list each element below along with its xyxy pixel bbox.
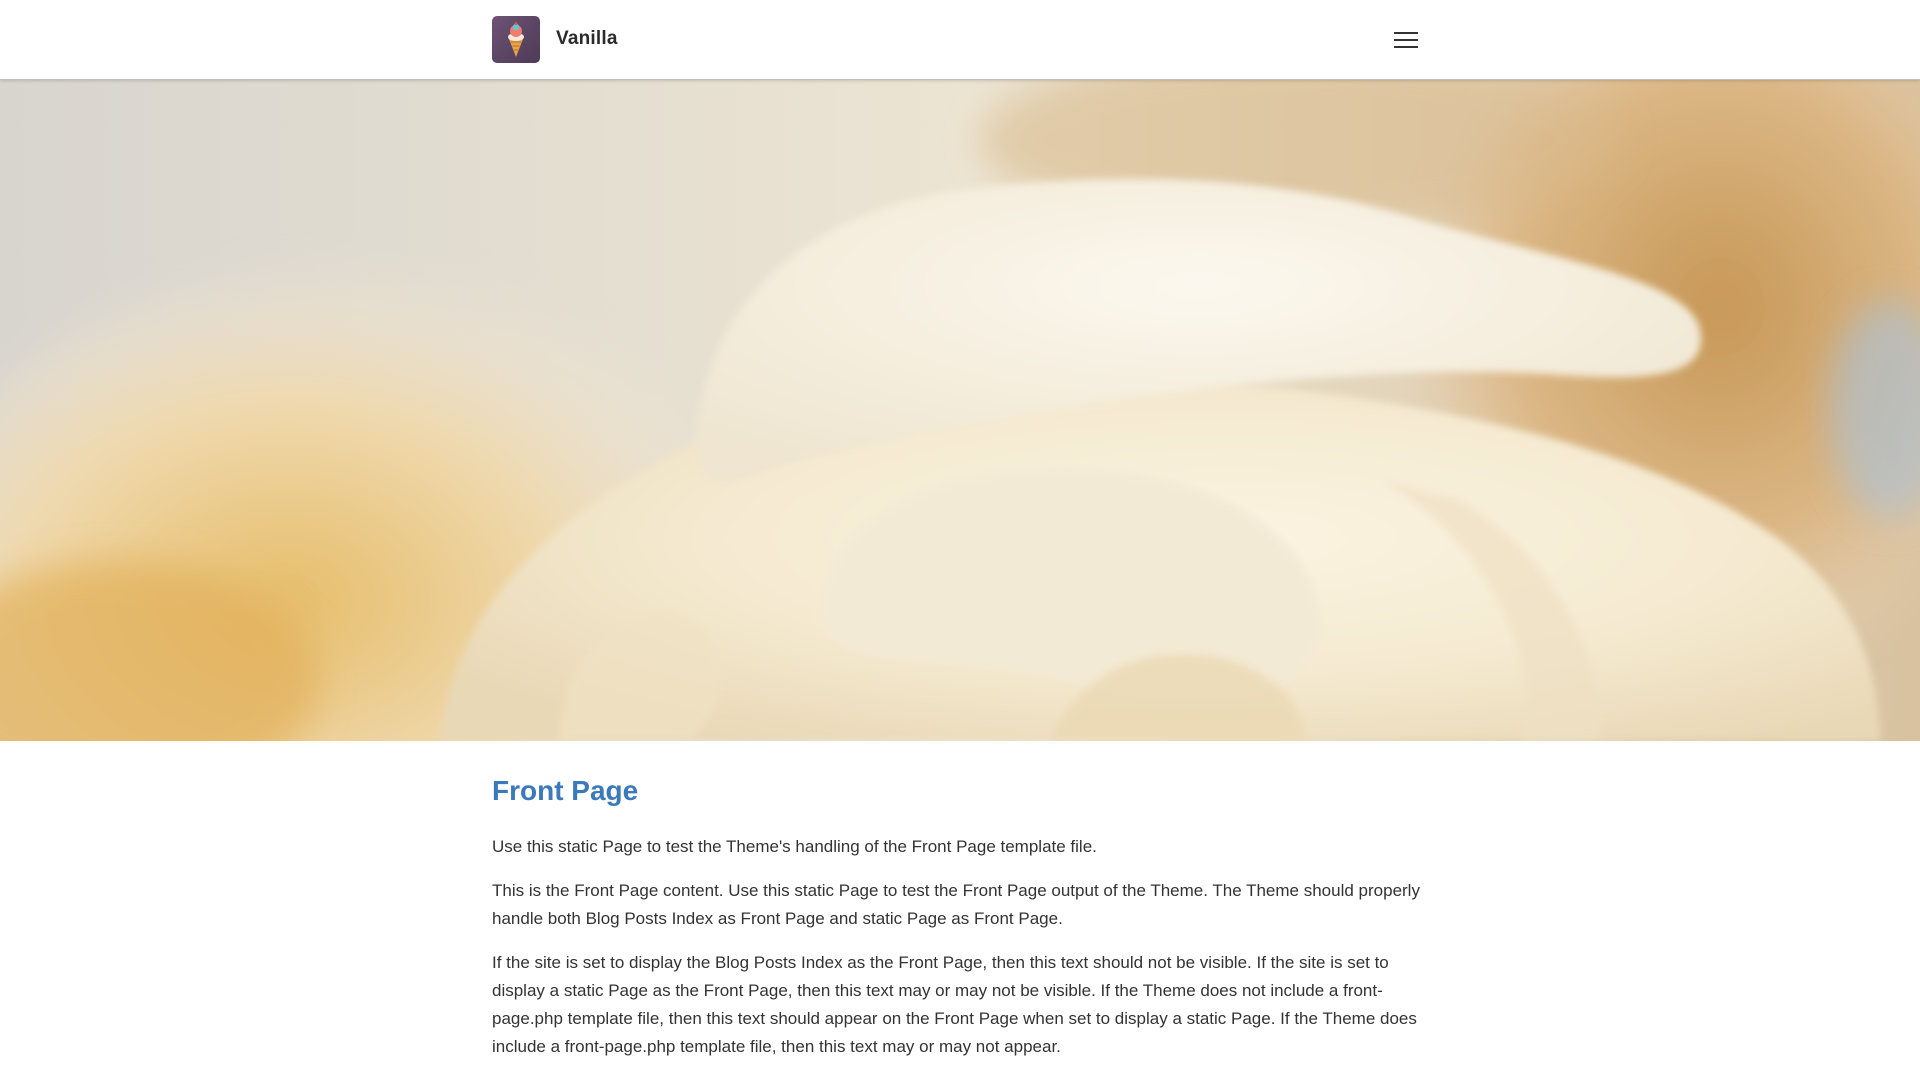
paragraph: Use this static Page to test the Theme's… <box>492 837 1097 856</box>
page-title: Front Page <box>492 775 639 806</box>
hamburger-menu-icon[interactable] <box>1393 30 1420 50</box>
menu-bar <box>1394 46 1418 48</box>
site-header: Vanilla <box>0 0 1920 80</box>
paragraph: This is the Front Page content. Use this… <box>492 881 1420 928</box>
site-title[interactable]: Vanilla <box>556 27 618 51</box>
menu-bar <box>1394 32 1418 34</box>
paragraph: If the site is set to display the Blog P… <box>492 953 1417 1056</box>
main-content: Front Page Use this static Page to test … <box>492 770 1432 1077</box>
ice-cream-cone-icon[interactable] <box>492 16 540 63</box>
menu-bar <box>1394 39 1418 41</box>
hero-image <box>0 80 1920 741</box>
